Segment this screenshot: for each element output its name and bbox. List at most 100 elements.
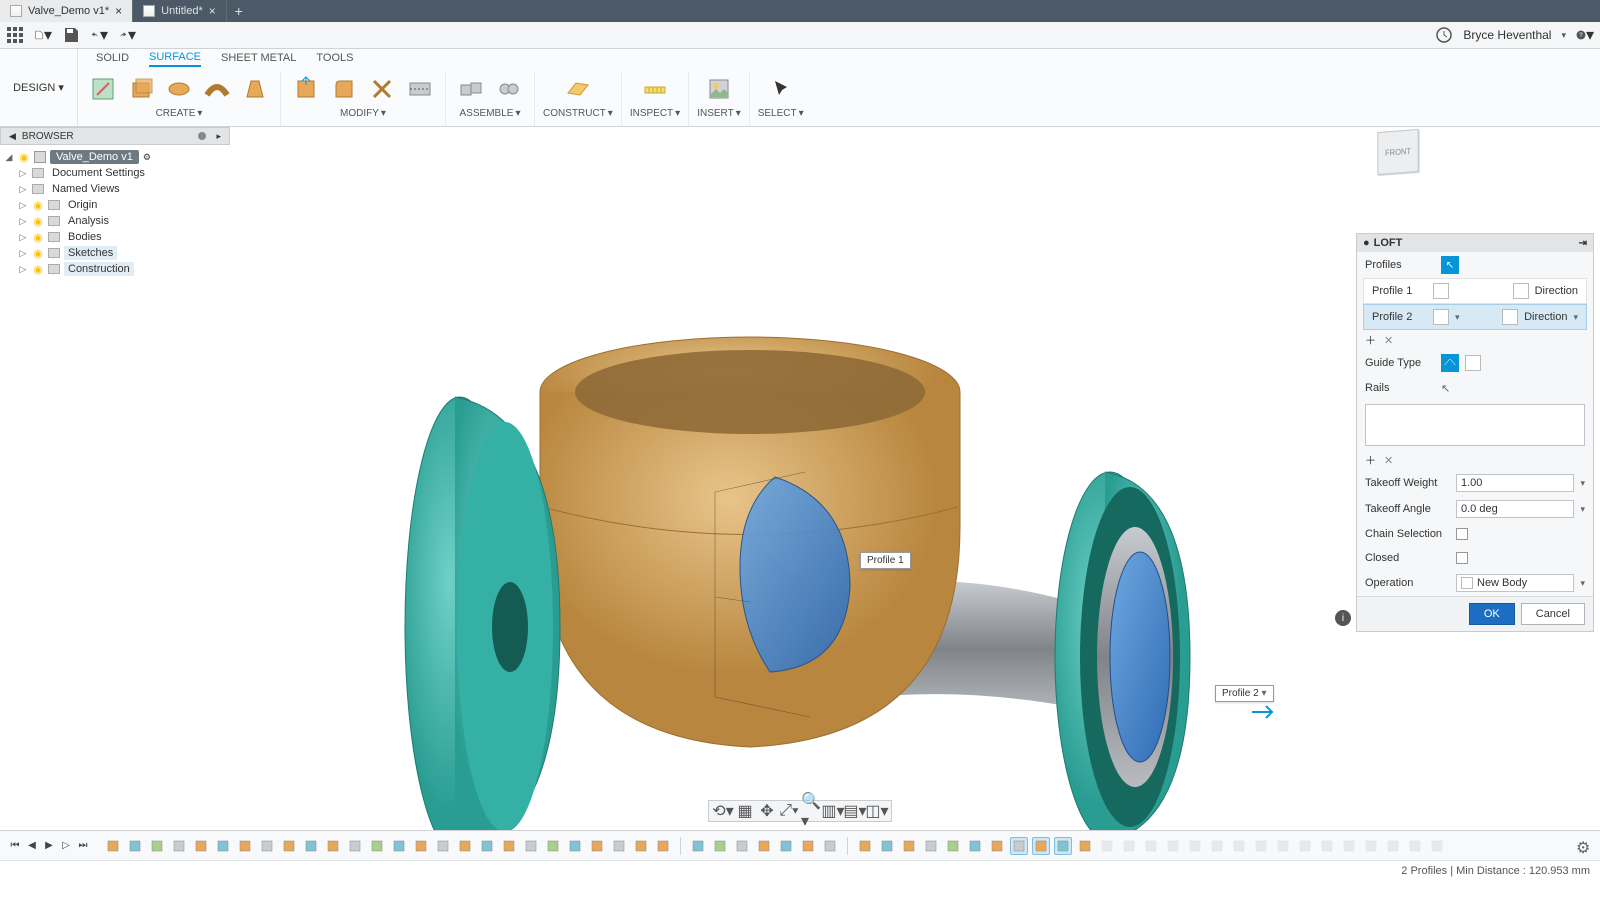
close-tab-icon[interactable]: × [209, 4, 216, 18]
tree-item-named-views[interactable]: ▷ Named Views [4, 181, 226, 197]
profiles-selection-button[interactable]: ↖ [1441, 256, 1459, 274]
tree-item-analysis[interactable]: ▷◉ Analysis [4, 213, 226, 229]
timeline-feature-icon[interactable] [856, 837, 874, 855]
save-icon[interactable] [62, 26, 80, 44]
measure-tool-icon[interactable] [638, 72, 672, 106]
add-rail-icon[interactable]: ＋ [1365, 452, 1376, 468]
insert-tool-icon[interactable] [702, 72, 736, 106]
timeline-feature-icon[interactable] [214, 837, 232, 855]
timeline-feature-icon-future[interactable] [1274, 837, 1292, 855]
timeline-feature-icon[interactable] [988, 837, 1006, 855]
tree-item-origin[interactable]: ▷◉ Origin [4, 197, 226, 213]
timeline-feature-icon-future[interactable] [1362, 837, 1380, 855]
timeline-settings-icon[interactable]: ⚙ [1576, 838, 1592, 854]
loft-profile-2-row[interactable]: Profile 2 ▾ Direction ▾ [1363, 304, 1587, 330]
timeline-feature-icon[interactable] [500, 837, 518, 855]
guide-rails-button[interactable]: ⟋⟍ [1441, 354, 1459, 372]
timeline-feature-icon[interactable] [632, 837, 650, 855]
select-tool-icon[interactable] [764, 72, 798, 106]
takeoff-angle-input[interactable]: 0.0 deg [1456, 500, 1574, 518]
timeline-feature-icon[interactable] [346, 837, 364, 855]
tree-item-construction[interactable]: ▷◉ Construction [4, 261, 226, 277]
browser-options-icon[interactable] [198, 132, 206, 140]
add-profile-icon[interactable]: ＋ [1365, 332, 1376, 348]
profile-1-tag[interactable]: Profile 1 [860, 552, 911, 569]
revolve-tool-icon[interactable] [162, 72, 196, 106]
timeline-step-back-icon[interactable]: ◀ [25, 839, 39, 853]
timeline-feature-icon[interactable] [799, 837, 817, 855]
guide-centerline-button[interactable] [1465, 355, 1481, 371]
viewcube[interactable]: FRONT [1376, 130, 1430, 184]
orbit-icon[interactable]: ⟲▾ [715, 803, 731, 819]
timeline-feature-icon[interactable] [170, 837, 188, 855]
pin-dialog-icon[interactable]: ⇥ [1579, 238, 1587, 249]
timeline-feature-icon-future[interactable] [1098, 837, 1116, 855]
chevron-down-icon[interactable]: ▾ [1573, 312, 1578, 323]
timeline-feature-icon-future[interactable] [1252, 837, 1270, 855]
close-tab-icon[interactable]: × [115, 4, 122, 18]
tree-item-bodies[interactable]: ▷◉ Bodies [4, 229, 226, 245]
look-at-icon[interactable]: ▦ [737, 803, 753, 819]
timeline-feature-icon[interactable] [478, 837, 496, 855]
timeline-feature-icon[interactable] [456, 837, 474, 855]
group-label-modify[interactable]: MODIFY ▾ [340, 108, 386, 119]
profile-2-tag[interactable]: Profile 2 [1215, 685, 1274, 702]
extrude-tool-icon[interactable] [124, 72, 158, 106]
timeline-end-icon[interactable]: ⏭ [76, 839, 90, 853]
timeline-play-icon[interactable]: ▶ [42, 839, 56, 853]
redo-icon[interactable]: ▾ [118, 26, 136, 44]
timeline-feature-icon[interactable] [944, 837, 962, 855]
timeline-feature-icon[interactable] [733, 837, 751, 855]
chevron-down-icon[interactable]: ▾ [1455, 312, 1460, 323]
new-tab-button[interactable]: + [227, 0, 251, 22]
timeline-feature-icon-future[interactable] [1340, 837, 1358, 855]
presspull-tool-icon[interactable] [289, 72, 323, 106]
fillet-tool-icon[interactable] [327, 72, 361, 106]
group-label-construct[interactable]: CONSTRUCT ▾ [543, 108, 613, 119]
timeline-feature-icon-future[interactable] [1164, 837, 1182, 855]
timeline-feature-icon[interactable] [390, 837, 408, 855]
help-icon[interactable]: ?▾ [1576, 26, 1594, 44]
manipulator-arrow-icon[interactable] [1250, 702, 1280, 722]
timeline-feature-icon[interactable] [522, 837, 540, 855]
timeline-feature-icon-future[interactable] [1186, 837, 1204, 855]
zoom-icon[interactable]: ⤢▾ [781, 803, 797, 819]
cancel-button[interactable]: Cancel [1521, 603, 1585, 625]
timeline-start-icon[interactable]: ⏮ [8, 839, 22, 853]
direction-mode-icon[interactable] [1502, 309, 1518, 325]
timeline-feature-icon[interactable] [654, 837, 672, 855]
pan-icon[interactable]: ✥ [759, 803, 775, 819]
timeline-feature-icon[interactable] [368, 837, 386, 855]
data-panel-icon[interactable] [6, 26, 24, 44]
connected-icon[interactable] [1433, 283, 1449, 299]
chain-selection-checkbox[interactable] [1456, 528, 1468, 540]
loft-tool-icon[interactable] [238, 72, 272, 106]
timeline-feature-icon[interactable] [1076, 837, 1094, 855]
viewport-settings-icon[interactable]: ◫▾ [869, 803, 885, 819]
timeline-feature-icon[interactable] [610, 837, 628, 855]
timeline-step-fwd-icon[interactable]: ▷ [59, 839, 73, 853]
file-menu-icon[interactable]: ▾ [34, 26, 52, 44]
timeline-feature-icon-future[interactable] [1406, 837, 1424, 855]
timeline-feature-icon[interactable] [878, 837, 896, 855]
timeline-feature-icon[interactable] [1010, 837, 1028, 855]
timeline-feature-icon[interactable] [777, 837, 795, 855]
sketch-tool-icon[interactable] [86, 72, 120, 106]
timeline-feature-icon-future[interactable] [1142, 837, 1160, 855]
undo-icon[interactable]: ▾ [90, 26, 108, 44]
timeline-feature-icon-future[interactable] [1428, 837, 1446, 855]
collapse-browser-icon[interactable]: ◀ [9, 131, 16, 142]
group-label-inspect[interactable]: INSPECT ▾ [630, 108, 680, 119]
timeline-feature-icon-future[interactable] [1120, 837, 1138, 855]
job-status-icon[interactable] [1435, 26, 1453, 44]
grid-settings-icon[interactable]: ▤▾ [847, 803, 863, 819]
timeline-feature-icon[interactable] [324, 837, 342, 855]
component-tool-icon[interactable] [454, 72, 488, 106]
group-label-create[interactable]: CREATE ▾ [156, 108, 203, 119]
browser-header[interactable]: ◀ BROWSER ▸ [0, 127, 230, 145]
timeline-feature-icon[interactable] [566, 837, 584, 855]
timeline-feature-icon[interactable] [104, 837, 122, 855]
timeline-feature-icon[interactable] [900, 837, 918, 855]
timeline-feature-icon[interactable] [966, 837, 984, 855]
rails-listbox[interactable] [1365, 404, 1585, 446]
